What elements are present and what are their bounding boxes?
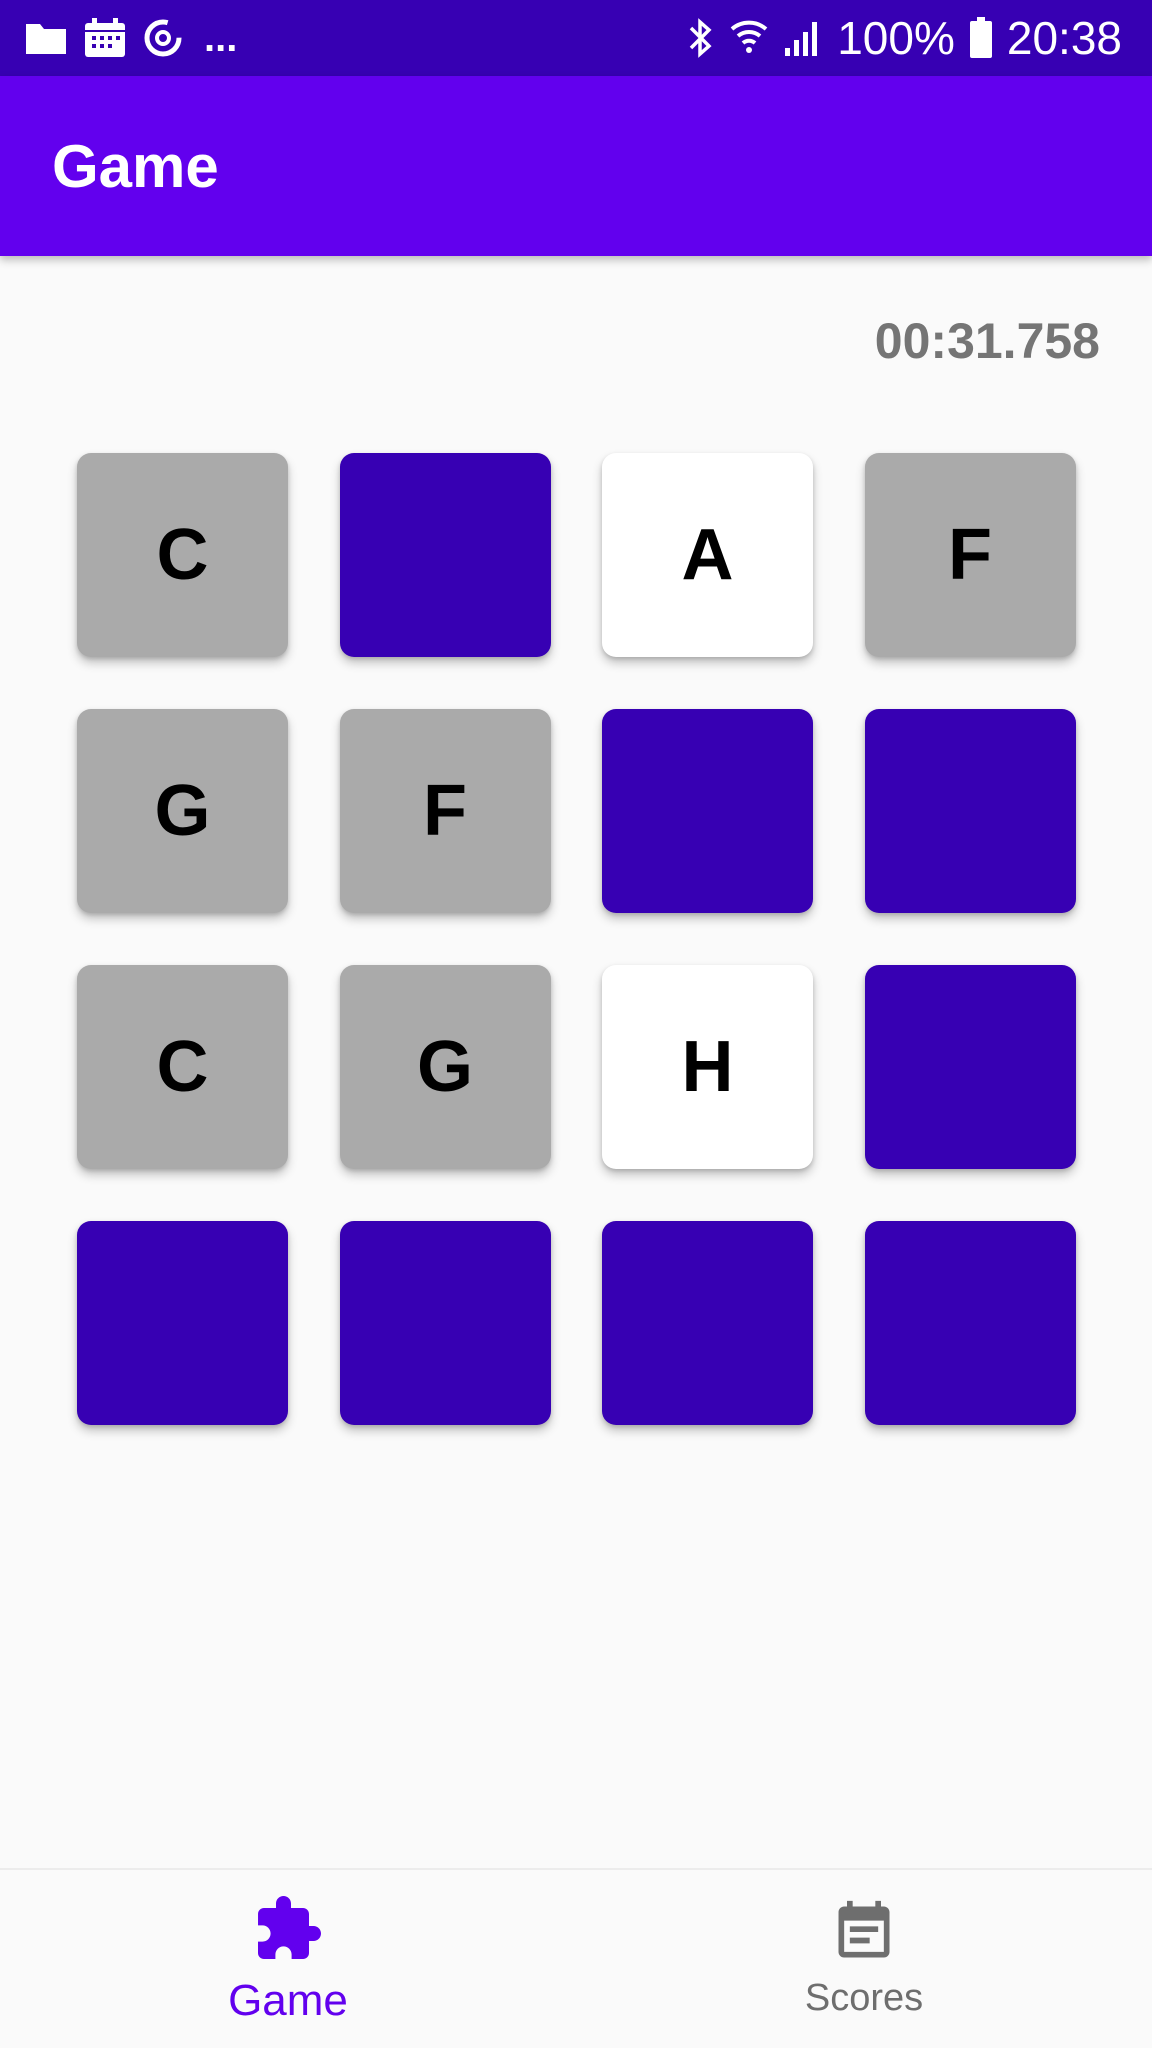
status-bar-system: 100% 20:38 bbox=[685, 11, 1122, 65]
bluetooth-icon bbox=[685, 16, 715, 60]
puzzle-icon bbox=[252, 1893, 324, 1970]
card-face-down[interactable] bbox=[602, 709, 813, 913]
nav-label-scores: Scores bbox=[804, 1977, 924, 2019]
card-face-down[interactable] bbox=[339, 453, 551, 657]
card-matched[interactable]: C bbox=[77, 965, 288, 1169]
card-revealed[interactable]: H bbox=[602, 965, 813, 1169]
card-letter: F bbox=[423, 771, 467, 851]
card-matched[interactable]: F bbox=[339, 709, 551, 913]
app-title: Game bbox=[52, 132, 219, 200]
card-letter: C bbox=[156, 1027, 209, 1107]
status-bar-notifications: ... bbox=[24, 16, 237, 61]
card-letter: G bbox=[154, 771, 211, 851]
card-face-down[interactable] bbox=[339, 1221, 551, 1425]
calendar-icon bbox=[84, 17, 126, 59]
scores-icon bbox=[830, 1898, 898, 1971]
nav-item-game[interactable]: Game bbox=[0, 1870, 576, 2048]
card-face-down[interactable] bbox=[864, 709, 1076, 913]
card-letter: A bbox=[681, 515, 734, 595]
status-bar: ... 100% 20:38 bbox=[0, 0, 1152, 76]
card-matched[interactable]: G bbox=[77, 709, 288, 913]
folder-icon bbox=[24, 20, 68, 56]
signal-icon bbox=[783, 18, 823, 58]
card-board: C A F G F C G H bbox=[77, 453, 1076, 1425]
wifi-icon bbox=[729, 17, 769, 59]
card-letter: C bbox=[156, 515, 209, 595]
card-matched[interactable]: G bbox=[339, 965, 551, 1169]
bottom-navigation: Game Scores bbox=[0, 1868, 1152, 2048]
app-bar: Game bbox=[0, 76, 1152, 256]
card-letter: H bbox=[681, 1027, 734, 1107]
card-revealed[interactable]: A bbox=[602, 453, 813, 657]
battery-percentage: 100% bbox=[837, 12, 955, 64]
game-timer: 00:31.758 bbox=[874, 313, 1100, 369]
card-face-down[interactable] bbox=[602, 1221, 813, 1425]
card-face-down[interactable] bbox=[864, 1221, 1076, 1425]
card-face-down[interactable] bbox=[864, 965, 1076, 1169]
battery-icon bbox=[969, 17, 993, 59]
card-matched[interactable]: F bbox=[864, 453, 1076, 657]
nav-label-game: Game bbox=[228, 1975, 348, 2025]
card-letter: G bbox=[416, 1027, 473, 1107]
card-letter: F bbox=[948, 515, 992, 595]
more-notifications-indicator: ... bbox=[204, 15, 238, 60]
clock: 20:38 bbox=[1006, 12, 1122, 64]
nav-item-scores[interactable]: Scores bbox=[576, 1870, 1152, 2048]
card-matched[interactable]: C bbox=[77, 453, 288, 657]
sync-icon bbox=[142, 17, 184, 59]
card-face-down[interactable] bbox=[77, 1221, 288, 1425]
